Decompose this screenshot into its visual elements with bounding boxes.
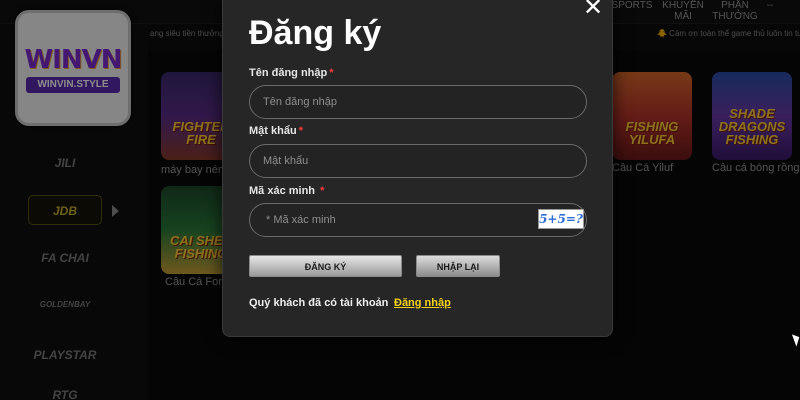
password-label-text: Mật khẩu bbox=[249, 125, 297, 137]
captcha-label: Mã xác minh * bbox=[249, 185, 324, 197]
close-icon[interactable]: ✕ bbox=[582, 0, 604, 20]
register-button[interactable]: ĐĂNG KÝ bbox=[249, 255, 402, 277]
register-modal: Đăng ký Tên đăng nhập* Mật khẩu* Mã xác … bbox=[222, 0, 613, 337]
modal-title: Đăng ký bbox=[249, 14, 382, 52]
username-label-text: Tên đăng nhập bbox=[249, 67, 328, 79]
required-mark: * bbox=[320, 185, 325, 197]
username-label: Tên đăng nhập * bbox=[249, 67, 334, 79]
required-mark: * bbox=[329, 67, 334, 79]
login-link[interactable]: Đăng nhập bbox=[394, 297, 451, 309]
captcha-label-text: Mã xác minh bbox=[249, 185, 316, 197]
captcha-image[interactable]: 5+5=? bbox=[538, 209, 584, 229]
required-mark: * bbox=[298, 125, 303, 137]
password-input[interactable] bbox=[249, 144, 587, 178]
captcha-input[interactable] bbox=[249, 203, 587, 237]
username-input[interactable] bbox=[249, 85, 587, 119]
have-account-text: Quý khách đã có tài khoản bbox=[249, 297, 389, 309]
password-label: Mật khẩu * bbox=[249, 125, 303, 137]
reset-button[interactable]: NHẬP LẠI bbox=[416, 255, 500, 277]
